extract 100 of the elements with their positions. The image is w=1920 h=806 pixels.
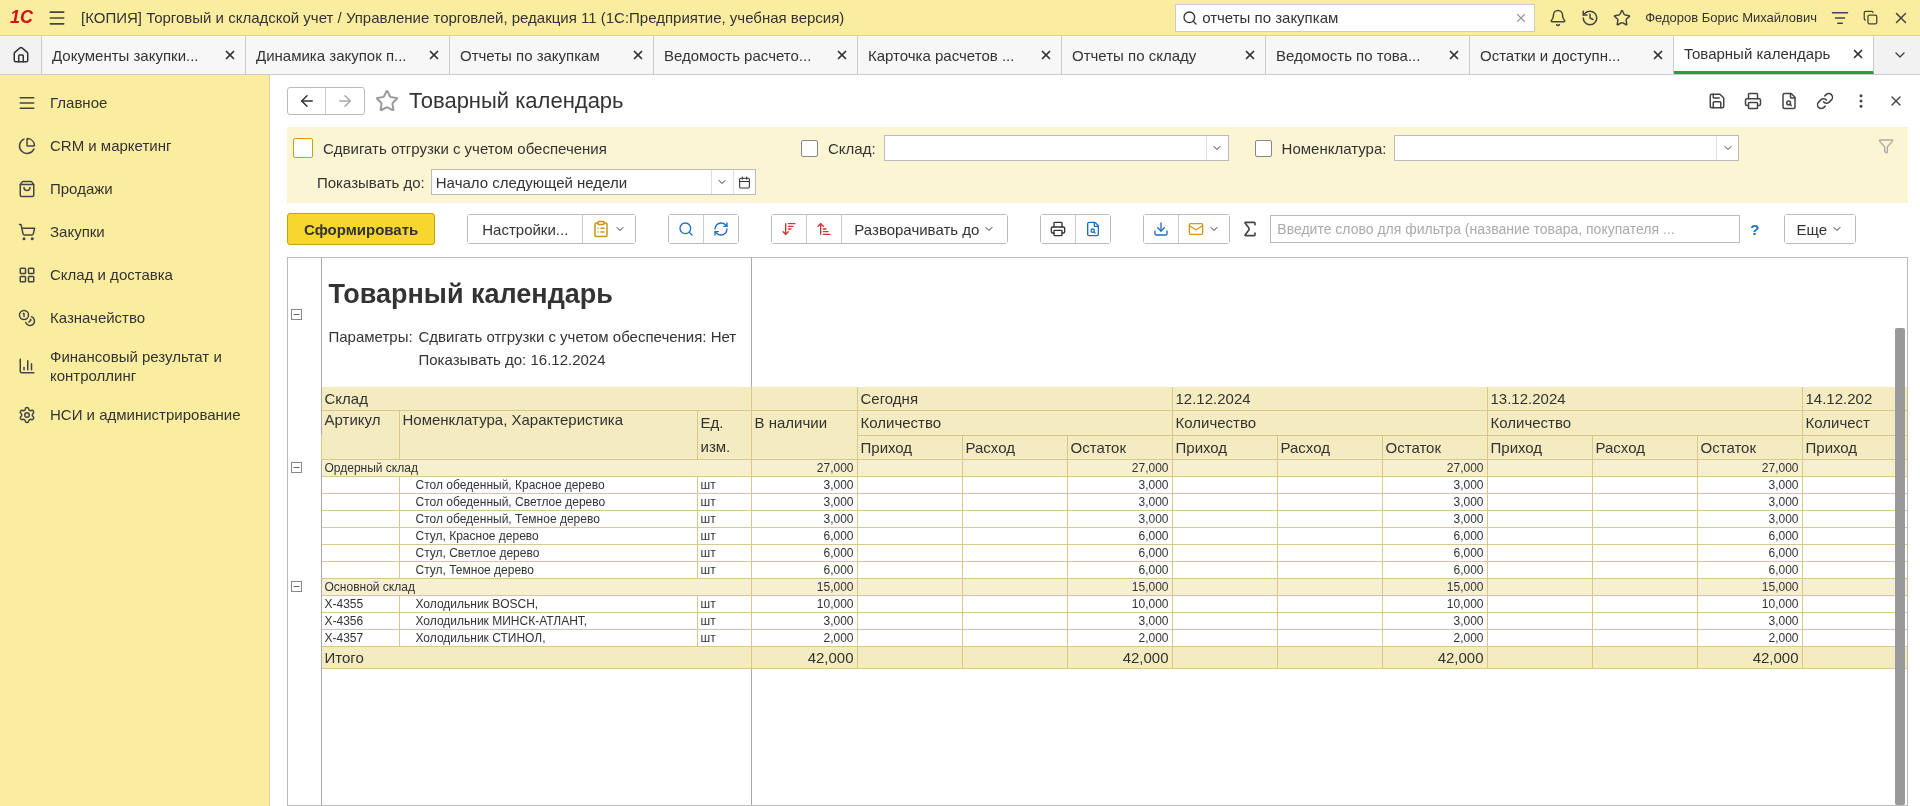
close-icon[interactable] bbox=[631, 48, 645, 62]
table-cell: Х-4357 bbox=[321, 629, 399, 647]
sidebar-item[interactable]: Закупки bbox=[0, 210, 269, 253]
column-header: Остаток bbox=[1697, 435, 1802, 460]
tab[interactable]: Отчеты по закупкам bbox=[450, 36, 654, 74]
column-header: Остаток bbox=[1067, 435, 1172, 460]
sidebar-item[interactable]: Главное bbox=[0, 81, 269, 124]
table-cell: 3,000 bbox=[1382, 510, 1487, 528]
sidebar-item[interactable]: CRM и маркетинг bbox=[0, 124, 269, 167]
restore-icon[interactable] bbox=[1863, 10, 1878, 25]
table-cell: 6,000 bbox=[1697, 544, 1802, 562]
nomenclature-field[interactable] bbox=[1394, 135, 1740, 161]
search-icon bbox=[1182, 9, 1199, 26]
close-icon[interactable] bbox=[427, 48, 441, 62]
column-header: 13.12.2024 bbox=[1487, 386, 1802, 411]
table-cell: 6,000 bbox=[1382, 527, 1487, 545]
table-cell: 6,000 bbox=[751, 544, 857, 562]
column-header: Ед. изм. bbox=[697, 410, 751, 460]
user-name[interactable]: Федоров Борис Михайлович bbox=[1645, 10, 1817, 25]
table-cell: 6,000 bbox=[751, 527, 857, 545]
search-field[interactable]: отчеты по закупкам bbox=[1175, 3, 1536, 32]
tab[interactable]: Ведомость по това... bbox=[1266, 36, 1470, 74]
param-text: Показывать до: 16.12.2024 bbox=[418, 351, 607, 368]
collapse-icon[interactable] bbox=[291, 580, 302, 592]
column-header: Приход bbox=[857, 435, 962, 460]
search-icon[interactable] bbox=[669, 215, 705, 243]
table-cell: 3,000 bbox=[1067, 476, 1172, 494]
collapse-icon[interactable] bbox=[291, 461, 302, 473]
sidebar-item[interactable]: НСИ и администрирование bbox=[0, 393, 269, 436]
tab[interactable]: Динамика закупок п... bbox=[246, 36, 450, 74]
close-icon[interactable] bbox=[1447, 48, 1461, 62]
close-icon[interactable] bbox=[223, 48, 237, 62]
checkbox[interactable] bbox=[1254, 139, 1272, 157]
preview-icon[interactable] bbox=[1780, 92, 1798, 110]
tab[interactable]: Отчеты по складу bbox=[1062, 36, 1266, 74]
table-cell: шт bbox=[697, 527, 751, 545]
checkbox[interactable] bbox=[801, 139, 818, 157]
download-icon[interactable] bbox=[1144, 215, 1180, 243]
cart-icon bbox=[18, 222, 36, 241]
more-button[interactable]: Еще bbox=[1784, 215, 1856, 243]
table-cell: 2,000 bbox=[1697, 629, 1802, 647]
app-logo[interactable]: 1С bbox=[10, 7, 33, 28]
print-icon[interactable] bbox=[1041, 215, 1077, 243]
table-cell: 3,000 bbox=[751, 493, 857, 511]
table-cell: Стул, Темное дерево bbox=[399, 561, 697, 579]
history-icon[interactable] bbox=[1581, 8, 1600, 27]
sidebar-item[interactable]: Казначейство bbox=[0, 296, 269, 339]
sidebar-item[interactable]: Склад и доставка bbox=[0, 253, 269, 296]
table-cell: 3,000 bbox=[751, 510, 857, 528]
table-cell: 10,000 bbox=[1067, 595, 1172, 613]
help-link[interactable]: ? bbox=[1750, 220, 1760, 238]
table-cell: Х-4355 bbox=[321, 595, 399, 613]
filter-input[interactable]: Введите слово для фильтра (название товара, покупателя ... bbox=[1270, 215, 1741, 243]
column-header: Приход bbox=[1487, 435, 1592, 460]
window-title: [КОПИЯ] Торговый и складской учет / Управление торговлей, редакция 11 (1С:Предприятие, учебная версия) bbox=[81, 9, 845, 26]
table-cell: 6,000 bbox=[1697, 561, 1802, 579]
table-cell: 6,000 bbox=[751, 561, 857, 579]
table-cell: шт bbox=[697, 612, 751, 630]
close-icon[interactable] bbox=[1651, 48, 1665, 62]
warehouse-field[interactable] bbox=[883, 135, 1229, 161]
table-cell: Холодильник СТИНОЛ, bbox=[399, 629, 697, 647]
checkbox[interactable] bbox=[293, 138, 313, 158]
tab[interactable]: Ведомость расчето... bbox=[654, 36, 858, 74]
table-cell: 6,000 bbox=[1067, 527, 1172, 545]
table-cell: 3,000 bbox=[1382, 476, 1487, 494]
column-header: Расход bbox=[1592, 435, 1697, 460]
date-field[interactable]: Начало следующей недели bbox=[430, 169, 756, 195]
link-icon[interactable] bbox=[1816, 92, 1834, 110]
table-cell: Х-4356 bbox=[321, 612, 399, 630]
generate-button[interactable]: Сформировать bbox=[287, 213, 436, 245]
sidebar-item[interactable]: Продажи bbox=[0, 167, 269, 210]
column-header: Остаток bbox=[1382, 435, 1487, 460]
column-header: Количество bbox=[857, 410, 1172, 435]
bell-icon[interactable] bbox=[1549, 8, 1568, 27]
sort-descending-icon[interactable] bbox=[772, 215, 808, 243]
scrollbar[interactable] bbox=[1895, 328, 1905, 805]
column-header: Расход bbox=[1277, 435, 1382, 460]
total-label: Итого bbox=[321, 646, 751, 669]
settings-button[interactable]: Настройки... bbox=[468, 215, 584, 243]
close-icon[interactable] bbox=[1039, 48, 1053, 62]
table-cell: Стол обеденный, Светлое дерево bbox=[399, 493, 697, 511]
tab[interactable]: Остатки и доступн... bbox=[1470, 36, 1674, 74]
print-icon[interactable] bbox=[1744, 92, 1762, 110]
tab[interactable]: Товарный календарь bbox=[1674, 36, 1874, 74]
param-text: Сдвигать отгрузки с учетом обеспечения: Нет bbox=[418, 328, 738, 345]
table-cell: 3,000 bbox=[1697, 493, 1802, 511]
tab[interactable]: Карточка расчетов ... bbox=[858, 36, 1062, 74]
tab[interactable]: Документы закупки... bbox=[42, 36, 246, 74]
save-icon[interactable] bbox=[1708, 92, 1726, 110]
close-icon[interactable] bbox=[835, 48, 849, 62]
column-header: Номенклатура, Характеристика bbox=[399, 410, 697, 460]
table-cell: 6,000 bbox=[1382, 544, 1487, 562]
star-icon[interactable] bbox=[1613, 8, 1632, 27]
params-label: Параметры: bbox=[328, 328, 414, 345]
table-cell: шт bbox=[697, 544, 751, 562]
close-icon[interactable] bbox=[1243, 48, 1257, 62]
sidebar-item[interactable]: Финансовый результат и контроллинг bbox=[0, 339, 269, 393]
collapse-icon[interactable] bbox=[291, 308, 302, 320]
table-cell: шт bbox=[697, 629, 751, 647]
star-icon[interactable] bbox=[375, 89, 399, 113]
